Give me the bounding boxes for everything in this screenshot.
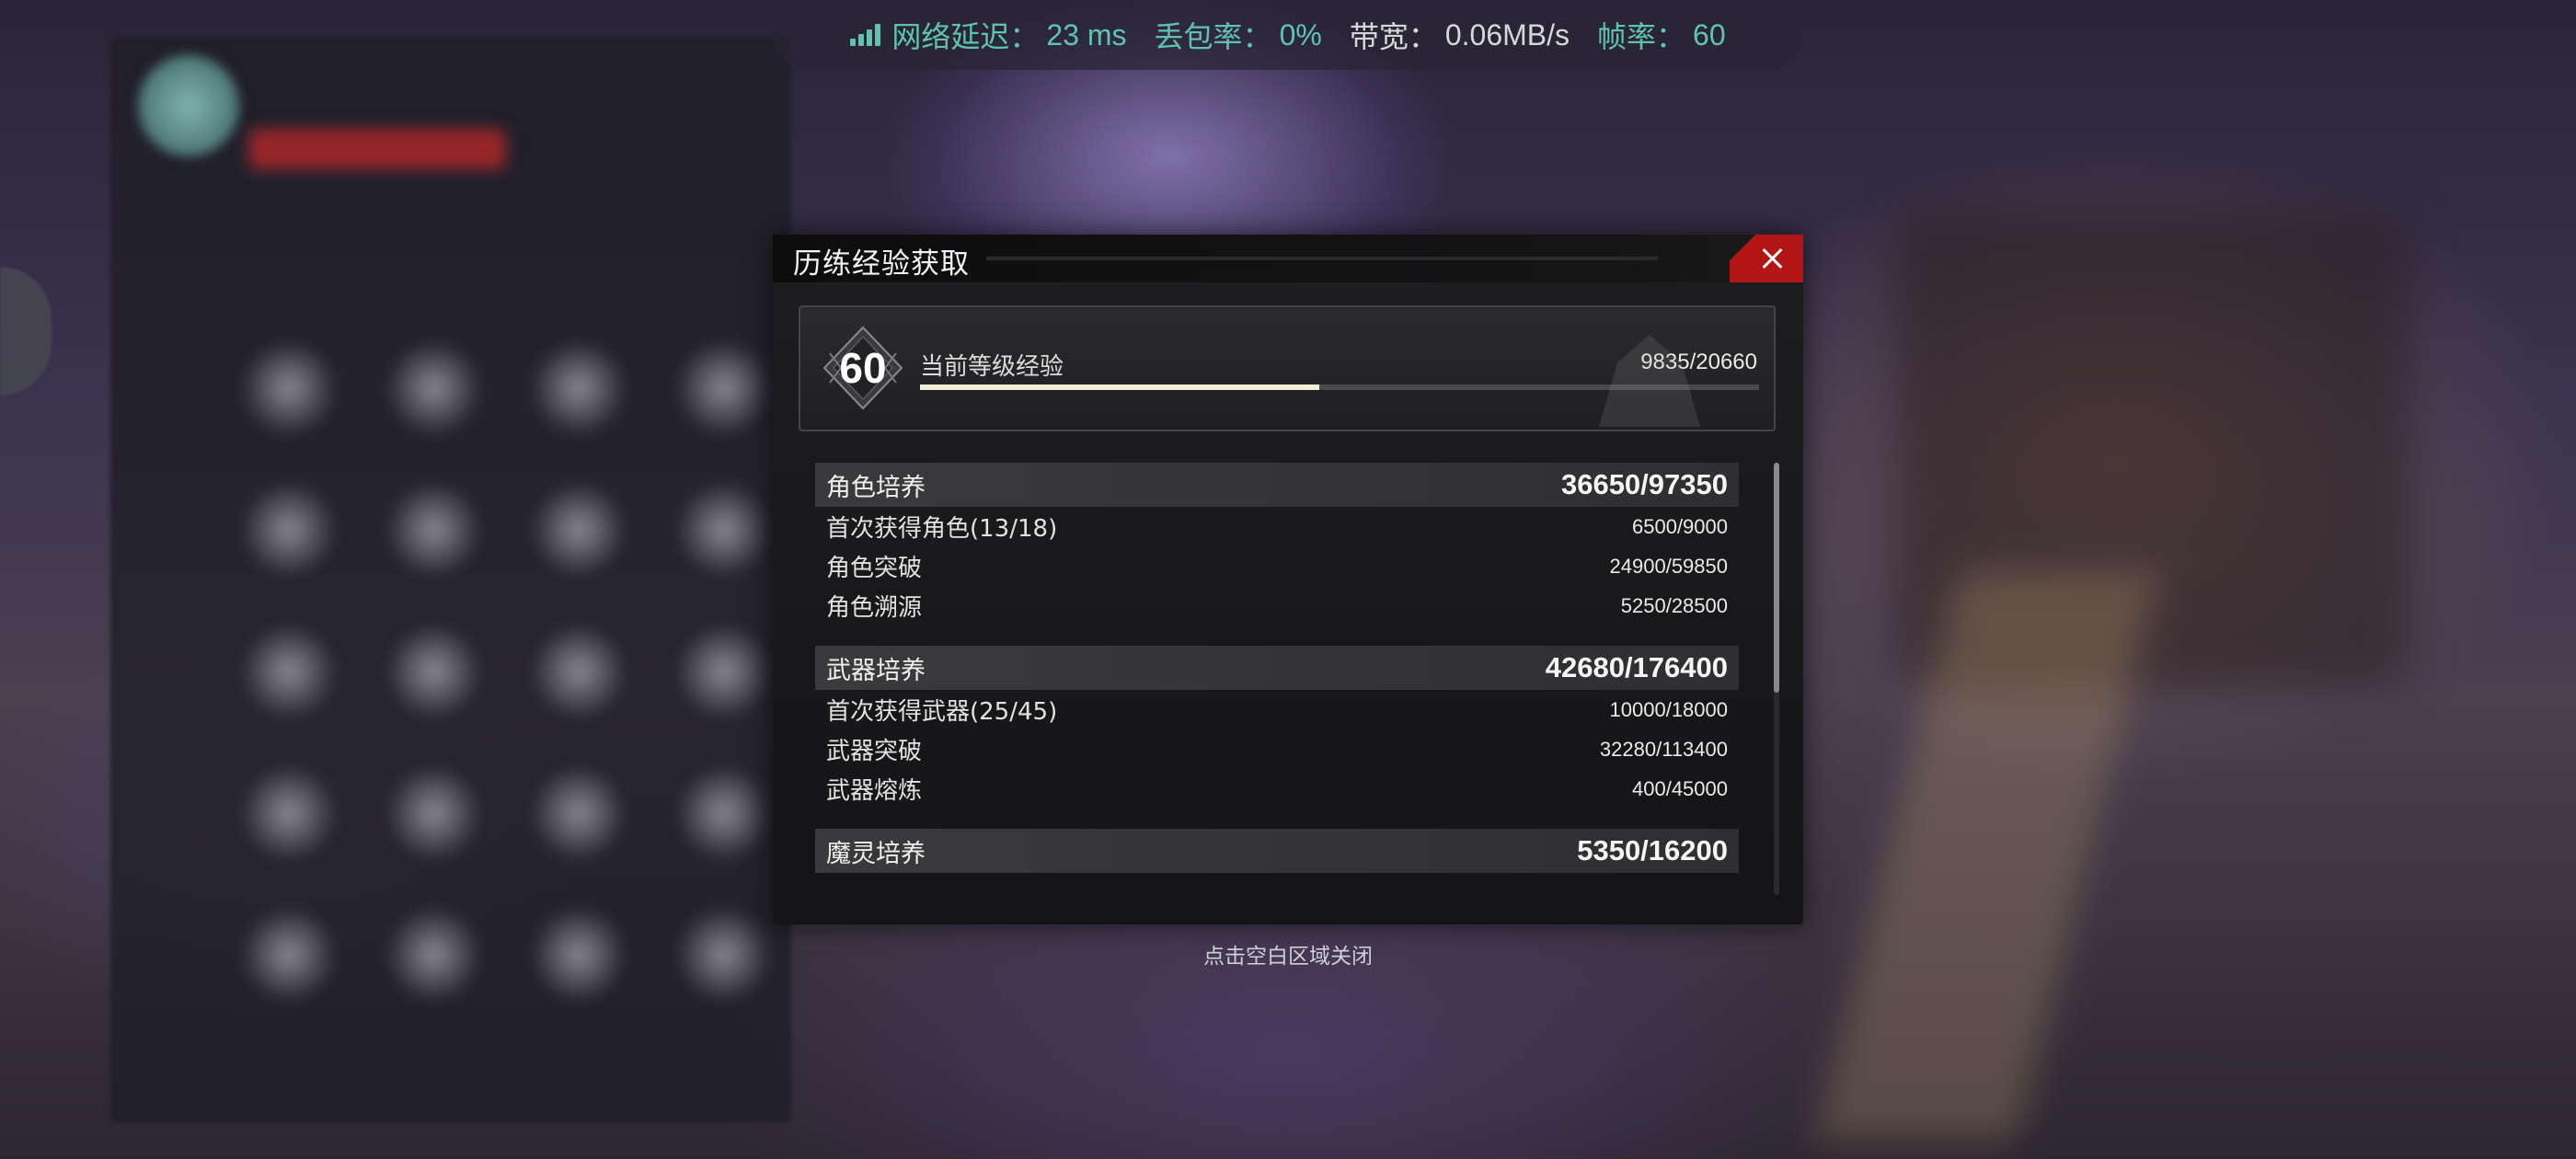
close-button[interactable] <box>1730 235 1803 282</box>
source-value: 32280/113400 <box>1599 737 1728 761</box>
exp-source-row: 首次获得武器(25/45) 10000/18000 <box>815 690 1739 729</box>
exp-source-row: 角色突破 24900/59850 <box>815 546 1739 586</box>
source-value: 24900/59850 <box>1609 554 1728 578</box>
source-name: 武器突破 <box>826 738 923 765</box>
network-status-bar: 网络延迟： 23 ms 丢包率： 0% 带宽： 0.06MB/s 帧率： 60 <box>773 0 1803 70</box>
exp-category-group: 角色培养 36650/97350 首次获得角色(13/18) 6500/9000 角色突… <box>815 463 1739 625</box>
latency-label: 网络延迟： <box>891 20 1040 53</box>
source-name: 首次获得角色(13/18) <box>826 515 1058 543</box>
background-scene-beam <box>1814 570 2160 1141</box>
scrollbar-thumb[interactable] <box>1774 463 1779 693</box>
dialog-title: 历练经验获取 <box>793 247 970 281</box>
close-hint: 点击空白区域关闭 <box>1203 945 1373 969</box>
background-avatar <box>138 55 239 156</box>
fps-value: 60 <box>1693 17 1726 52</box>
exp-source-list[interactable]: 角色培养 36650/97350 首次获得角色(13/18) 6500/9000 角色突… <box>815 463 1739 902</box>
list-scrollbar[interactable] <box>1774 463 1779 895</box>
source-name: 角色溯源 <box>826 594 923 622</box>
category-name: 武器培养 <box>826 656 926 685</box>
bandwidth-label: 带宽： <box>1349 20 1438 53</box>
level-number: 60 <box>839 344 887 392</box>
fps-label: 帧率： <box>1597 20 1686 53</box>
packet-loss-value: 0% <box>1279 17 1322 52</box>
source-value: 6500/9000 <box>1632 514 1728 538</box>
exp-source-row: 武器熔炼 400/45000 <box>815 769 1739 809</box>
bandwidth-value: 0.06MB/s <box>1444 17 1570 52</box>
background-side-tab <box>0 267 52 396</box>
background-red-bar <box>248 129 506 169</box>
watermark-emblem-icon <box>1599 335 1700 427</box>
source-name: 首次获得武器(25/45) <box>826 698 1058 726</box>
category-name: 魔灵培养 <box>826 839 926 868</box>
source-value: 5250/28500 <box>1620 593 1728 617</box>
signal-icon <box>850 24 881 46</box>
source-name: 角色突破 <box>826 555 923 582</box>
level-panel: 60 当前等级经验 9835/20660 <box>799 305 1776 431</box>
background-item-grid <box>230 331 782 1012</box>
source-name: 武器熔炼 <box>826 777 923 805</box>
fps-item: 帧率： 60 <box>1597 14 1726 56</box>
level-exp-label: 当前等级经验 <box>920 353 1064 381</box>
bandwidth-item: 带宽： 0.06MB/s <box>1350 14 1570 56</box>
level-progress-fill <box>920 384 1320 390</box>
source-value: 400/45000 <box>1632 776 1728 800</box>
exp-category-group: 魔灵培养 5350/16200 <box>815 829 1739 873</box>
category-value: 42680/176400 <box>1545 651 1728 683</box>
header-divider <box>986 257 1658 260</box>
category-name: 角色培养 <box>826 473 926 502</box>
exp-dialog: 历练经验获取 60 当前等级经验 9835/20660 角色培养 36650/97… <box>773 235 1803 924</box>
dialog-header: 历练经验获取 <box>773 235 1803 282</box>
packet-loss-label: 丢包率： <box>1154 20 1272 53</box>
exp-source-row: 武器突破 32280/113400 <box>815 729 1739 769</box>
category-value: 5350/16200 <box>1577 834 1728 866</box>
latency-value: 23 ms <box>1046 17 1127 52</box>
close-icon <box>1761 247 1783 270</box>
category-value: 36650/97350 <box>1560 468 1728 500</box>
packet-loss-item: 丢包率： 0% <box>1155 14 1322 56</box>
exp-source-row: 角色溯源 5250/28500 <box>815 586 1739 625</box>
source-value: 10000/18000 <box>1609 697 1728 721</box>
exp-category-group: 武器培养 42680/176400 首次获得武器(25/45) 10000/18000… <box>815 646 1739 809</box>
exp-source-row: 首次获得角色(13/18) 6500/9000 <box>815 507 1739 546</box>
category-header-row: 武器培养 42680/176400 <box>815 646 1739 690</box>
category-header-row: 魔灵培养 5350/16200 <box>815 829 1739 873</box>
category-header-row: 角色培养 36650/97350 <box>815 463 1739 507</box>
latency-item: 网络延迟： 23 ms <box>850 14 1127 56</box>
